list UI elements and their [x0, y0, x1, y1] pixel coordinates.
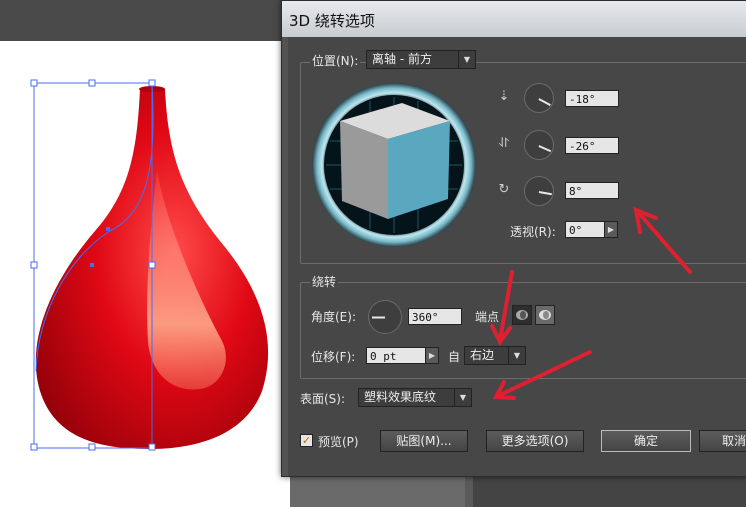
surface-label: 表面(S):	[300, 392, 346, 406]
offset-label: 位移(F):	[311, 350, 356, 364]
perspective-field[interactable]: 0°	[565, 221, 605, 238]
rotate-z-axis-icon: ↻	[498, 182, 510, 197]
cap-on-toggle[interactable]	[512, 305, 532, 325]
surface-dropdown[interactable]: 塑料效果底纹 ▼	[358, 388, 472, 407]
rotate-x-field[interactable]: -18°	[565, 90, 619, 107]
chevron-down-icon: ▼	[508, 347, 525, 364]
angle-field[interactable]: 360°	[408, 308, 462, 325]
dialog-titlebar[interactable]: 3D 绕转选项	[282, 1, 746, 37]
preview-checkbox[interactable]: ✓	[300, 434, 313, 447]
perspective-stepper[interactable]: ▶	[604, 221, 618, 238]
angle-label: 角度(E):	[311, 310, 356, 324]
chevron-down-icon: ▼	[458, 51, 475, 68]
preview-label: 预览(P)	[318, 435, 359, 449]
dialog-body: 位置(N): 离轴 - 前方 ▼ ⇣ -18° ⥯ -26° ↻ 8° 透视(R…	[288, 37, 746, 476]
3d-revolve-options-dialog: 3D 绕转选项 位置(N): 离轴 - 前方 ▼ ⇣ -18° ⥯ -26° ↻…	[281, 0, 746, 477]
rotate-x-dial[interactable]	[524, 83, 554, 113]
rotate-z-dial[interactable]	[524, 176, 554, 206]
cancel-button[interactable]: 取消	[699, 430, 746, 452]
vase-artwork[interactable]	[0, 41, 290, 507]
track-cube[interactable]	[310, 81, 478, 249]
cap-off-toggle[interactable]	[535, 305, 555, 325]
rotate-x-axis-icon: ⇣	[498, 89, 510, 104]
position-value: 离轴 - 前方	[372, 52, 432, 66]
from-value: 右边	[470, 348, 495, 362]
cap-label: 端点	[475, 310, 500, 324]
map-art-button[interactable]: 贴图(M)...	[380, 430, 468, 452]
offset-stepper[interactable]: ▶	[425, 347, 439, 364]
rotate-y-axis-icon: ⥯	[499, 136, 509, 151]
ok-button[interactable]: 确定	[601, 430, 691, 452]
dialog-title: 3D 绕转选项	[289, 12, 375, 30]
rotate-y-field[interactable]: -26°	[565, 137, 619, 154]
from-label: 自	[448, 350, 461, 364]
rotate-y-dial[interactable]	[524, 130, 554, 160]
revolve-section-label: 绕转	[310, 273, 339, 290]
offset-field[interactable]: 0 pt	[366, 347, 426, 364]
surface-value: 塑料效果底纹	[364, 390, 437, 404]
chevron-down-icon: ▼	[454, 389, 471, 406]
more-options-button[interactable]: 更多选项(O)	[486, 430, 584, 452]
from-dropdown[interactable]: 右边 ▼	[464, 346, 526, 365]
position-dropdown[interactable]: 离轴 - 前方 ▼	[366, 50, 476, 69]
rotate-z-field[interactable]: 8°	[565, 182, 619, 199]
position-label: 位置(N):	[310, 52, 361, 69]
angle-dial[interactable]	[368, 300, 402, 334]
perspective-label: 透视(R):	[510, 225, 556, 239]
